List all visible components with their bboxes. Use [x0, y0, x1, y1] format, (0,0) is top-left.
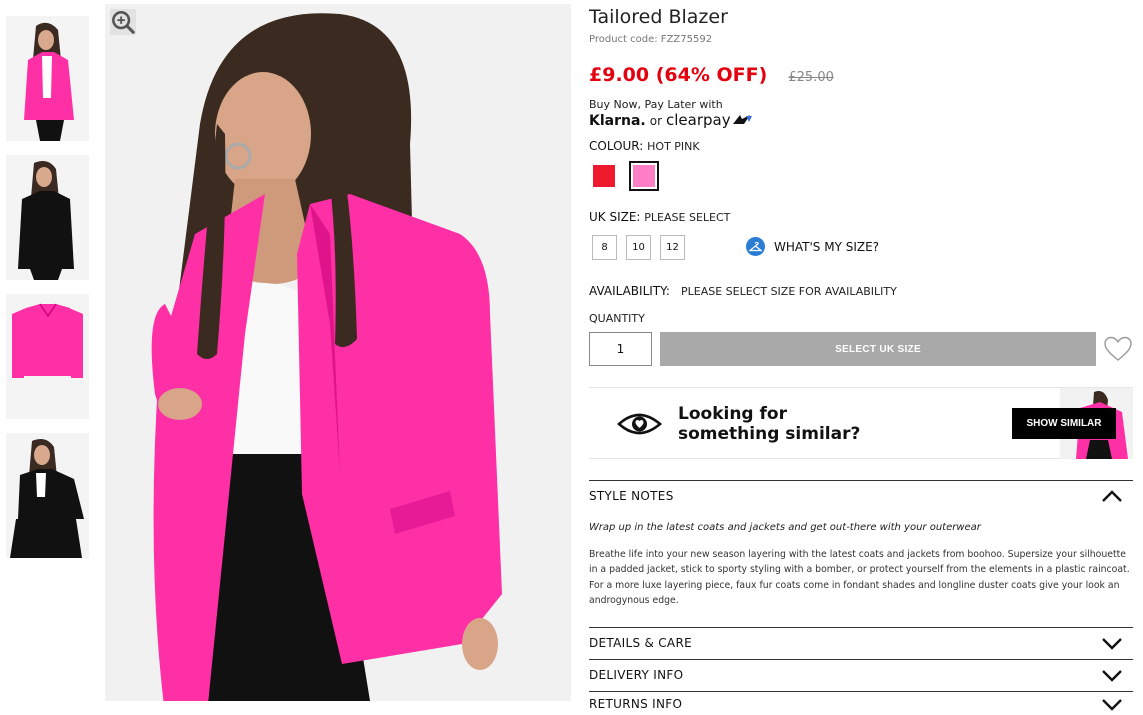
whats-my-size-link[interactable]: WHAT'S MY SIZE? [746, 237, 879, 256]
size-label-key: UK SIZE: [589, 210, 641, 224]
payment-logos: Klarna. or clearpay [589, 111, 753, 129]
accordion-style-notes-header[interactable]: STYLE NOTES [589, 481, 1133, 511]
show-similar-button[interactable]: SHOW SIMILAR [1012, 408, 1116, 439]
paylater-text: Buy Now, Pay Later with [589, 98, 723, 111]
quantity-input[interactable]: 1 [589, 332, 652, 366]
swatch-hot-pink[interactable] [629, 161, 659, 191]
thumbnail-4-image [6, 433, 89, 558]
hanger-icon [746, 237, 765, 256]
similar-banner: Looking for something similar? SHOW SIMI… [589, 387, 1133, 459]
accordion-details[interactable]: DETAILS & CARE [589, 627, 1133, 658]
colour-label-key: COLOUR: [589, 139, 644, 153]
accordion-delivery-title: DELIVERY INFO [589, 668, 684, 682]
product-code: Product code: FZZ75592 [589, 34, 713, 45]
sale-price: £9.00 (64% OFF) [589, 64, 768, 86]
accordion-delivery-header[interactable]: DELIVERY INFO [589, 660, 1133, 690]
zoom-icon [112, 11, 136, 35]
accordion-style-notes-title: STYLE NOTES [589, 489, 674, 503]
availability-row: AVAILABILITY: PLEASE SELECT SIZE FOR AVA… [589, 280, 897, 299]
similar-line-2: something similar? [678, 424, 861, 444]
thumbnail-3-image [6, 294, 89, 419]
size-option-10[interactable]: 10 [626, 235, 651, 260]
payment-or: or [649, 114, 663, 128]
original-price: £25.00 [788, 70, 834, 85]
thumbnail-2[interactable] [6, 155, 89, 280]
thumbnail-4[interactable] [6, 433, 89, 558]
chevron-up-icon [1102, 490, 1122, 502]
thumbnail-2-image [6, 155, 89, 280]
price-row: £9.00 (64% OFF) £25.00 [589, 64, 834, 86]
accordion-details-title: DETAILS & CARE [589, 636, 692, 650]
availability-value: PLEASE SELECT SIZE FOR AVAILABILITY [681, 285, 897, 298]
similar-line-1: Looking for [678, 404, 787, 424]
colour-value: HOT PINK [647, 140, 700, 153]
chevron-down-icon [1102, 699, 1122, 711]
colour-label: COLOUR: HOT PINK [589, 139, 700, 153]
swatch-red-fill [593, 165, 615, 187]
accordion-returns-title: RETURNS INFO [589, 697, 683, 711]
thumbnail-list [6, 16, 89, 572]
size-option-12[interactable]: 12 [660, 235, 685, 260]
style-notes-body: Breathe life into your new season layeri… [589, 549, 1130, 606]
size-label: UK SIZE: PLEASE SELECT [589, 210, 730, 224]
heart-icon[interactable] [1103, 335, 1133, 363]
size-value: PLEASE SELECT [644, 211, 731, 224]
quantity-label: QUANTITY [589, 312, 645, 325]
clearpay-text: clearpay [666, 111, 731, 129]
chevron-down-icon [1102, 670, 1122, 682]
eye-heart-icon [617, 413, 662, 435]
select-size-button[interactable]: SELECT UK SIZE [660, 332, 1096, 366]
product-main-image[interactable] [105, 4, 571, 701]
accordion-style-notes[interactable]: STYLE NOTES [589, 480, 1133, 511]
chevron-down-icon [1102, 638, 1122, 650]
thumbnail-1[interactable] [6, 16, 89, 141]
similar-heading: Looking for something similar? [678, 404, 860, 444]
accordion-returns[interactable]: RETURNS INFO [589, 691, 1133, 715]
product-title: Tailored Blazer [589, 6, 728, 28]
availability-label: AVAILABILITY: [589, 284, 670, 298]
colour-swatches [589, 161, 659, 191]
accordion-delivery[interactable]: DELIVERY INFO [589, 659, 1133, 690]
accordion-returns-header[interactable]: RETURNS INFO [589, 692, 1133, 715]
klarna-logo[interactable]: Klarna. [589, 113, 646, 129]
style-notes-subtitle: Wrap up in the latest coats and jackets … [589, 522, 981, 533]
model-photo [105, 4, 571, 701]
size-option-8[interactable]: 8 [592, 235, 617, 260]
thumbnail-1-image [6, 16, 89, 141]
whats-my-size-label: WHAT'S MY SIZE? [774, 239, 880, 254]
clearpay-arrow-icon [732, 115, 752, 124]
thumbnail-3[interactable] [6, 294, 89, 419]
zoom-button[interactable] [110, 9, 136, 35]
accordion-details-header[interactable]: DETAILS & CARE [589, 628, 1133, 658]
swatch-red[interactable] [589, 161, 619, 191]
swatch-hot-pink-fill [633, 165, 655, 187]
size-options: 8 10 12 [592, 235, 685, 260]
clearpay-logo[interactable]: clearpay [666, 111, 753, 129]
